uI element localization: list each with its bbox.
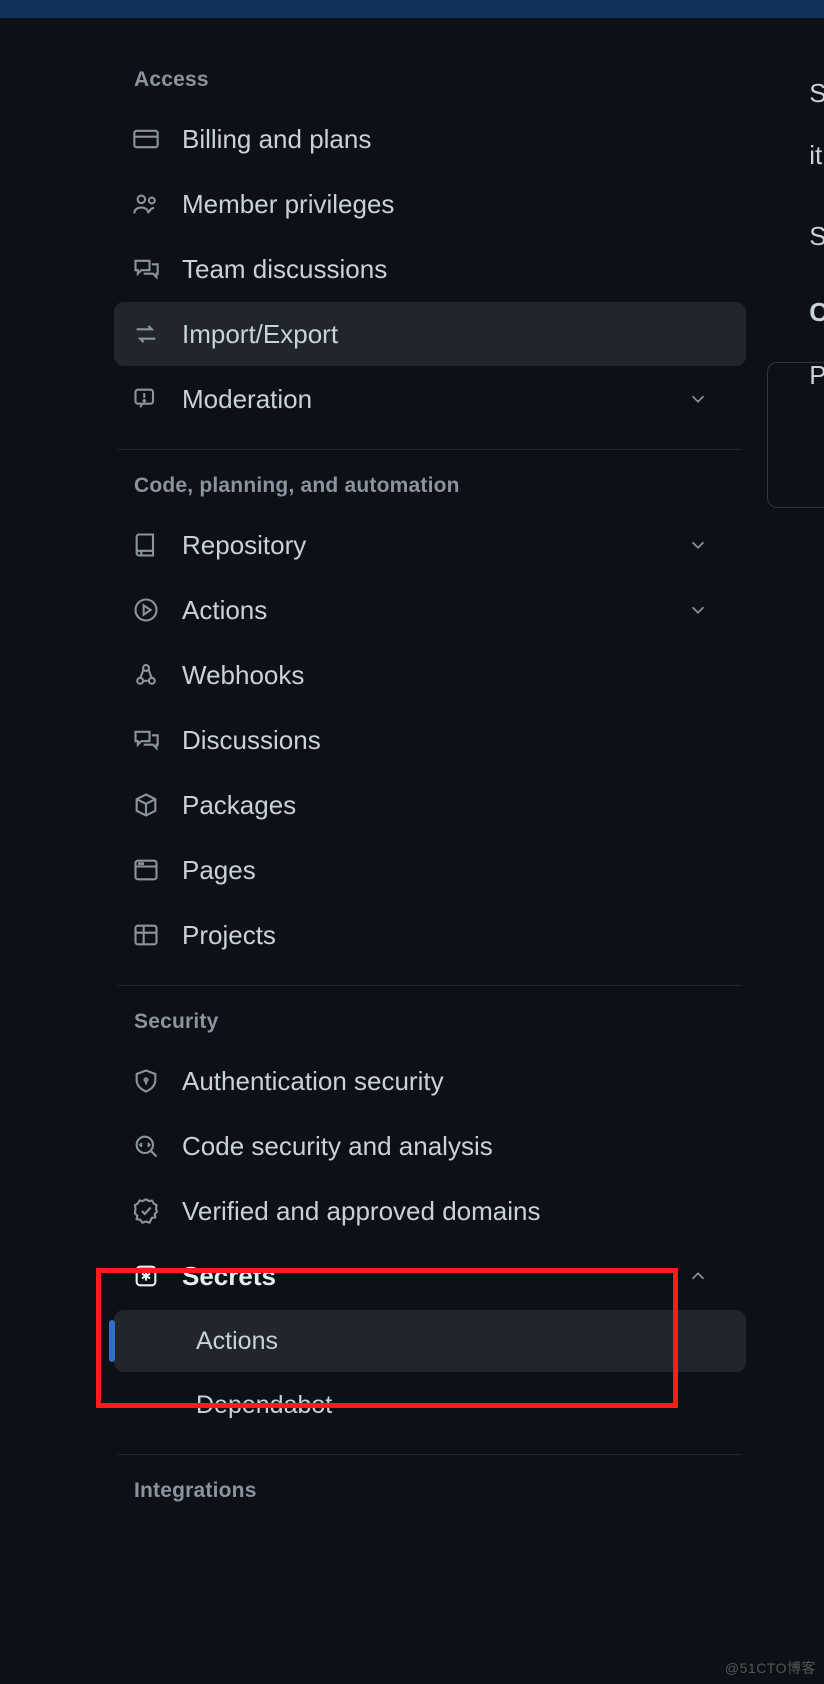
play-circle-icon [132, 596, 160, 624]
sidebar-item-secrets[interactable]: Secrets [114, 1244, 746, 1308]
label: Actions [196, 1327, 278, 1356]
label: Webhooks [182, 662, 304, 688]
section-header-access: Access [100, 52, 760, 106]
credit-card-icon [132, 125, 160, 153]
codescan-icon [132, 1132, 160, 1160]
frag: S [809, 62, 824, 124]
repo-icon [132, 531, 160, 559]
label: Projects [182, 922, 276, 948]
label: Packages [182, 792, 296, 818]
frag: C [809, 281, 824, 343]
right-clipped-text: S it S C P [809, 62, 824, 406]
sidebar-item-import-export[interactable]: Import/Export [114, 302, 746, 366]
watermark: @51CTO博客 [725, 1658, 816, 1678]
sidebar-item-member-privileges[interactable]: Member privileges [114, 172, 746, 236]
people-icon [132, 190, 160, 218]
sidebar-item-code-security[interactable]: Code security and analysis [114, 1114, 746, 1178]
shield-lock-icon [132, 1067, 160, 1095]
label: Import/Export [182, 321, 338, 347]
label: Moderation [182, 386, 312, 412]
label: Pages [182, 857, 256, 883]
label: Code security and analysis [182, 1133, 493, 1159]
label: Billing and plans [182, 126, 371, 152]
section-header-security: Security [100, 994, 760, 1048]
chevron-down-icon [684, 599, 712, 621]
arrows-switch-icon [132, 320, 160, 348]
sidebar-item-actions[interactable]: Actions [114, 578, 746, 642]
comment-discussion-icon [132, 726, 160, 754]
label: Discussions [182, 727, 321, 753]
label: Repository [182, 532, 306, 558]
sidebar-item-webhooks[interactable]: Webhooks [114, 643, 746, 707]
verified-icon [132, 1197, 160, 1225]
section-header-code: Code, planning, and automation [100, 458, 760, 512]
label: Authentication security [182, 1068, 444, 1094]
settings-sidebar: Access Billing and plans Member privileg… [100, 18, 760, 1517]
sidebar-item-team-discussions[interactable]: Team discussions [114, 237, 746, 301]
label: Secrets [182, 1263, 276, 1289]
table-icon [132, 921, 160, 949]
report-icon [132, 385, 160, 413]
key-asterisk-icon [132, 1262, 160, 1290]
sidebar-item-pages[interactable]: Pages [114, 838, 746, 902]
label: Member privileges [182, 191, 394, 217]
frag: it [809, 124, 824, 186]
comment-discussion-icon [132, 255, 160, 283]
chevron-up-icon [684, 1265, 712, 1287]
label: Team discussions [182, 256, 387, 282]
label: Actions [182, 597, 267, 623]
sidebar-item-billing[interactable]: Billing and plans [114, 107, 746, 171]
sidebar-item-projects[interactable]: Projects [114, 903, 746, 967]
divider [118, 1454, 742, 1455]
sidebar-subitem-secrets-actions[interactable]: Actions [114, 1310, 746, 1372]
label: Verified and approved domains [182, 1198, 540, 1224]
chevron-down-icon [684, 388, 712, 410]
topbar [0, 0, 824, 18]
browser-icon [132, 856, 160, 884]
sidebar-item-packages[interactable]: Packages [114, 773, 746, 837]
right-panel-edge [767, 362, 824, 508]
sidebar-item-verified-domains[interactable]: Verified and approved domains [114, 1179, 746, 1243]
sidebar-item-authentication-security[interactable]: Authentication security [114, 1049, 746, 1113]
sidebar-item-repository[interactable]: Repository [114, 513, 746, 577]
sidebar-subitem-secrets-dependabot[interactable]: Dependabot [114, 1374, 746, 1436]
frag: S [809, 205, 824, 267]
chevron-down-icon [684, 534, 712, 556]
webhook-icon [132, 661, 160, 689]
label: Dependabot [196, 1391, 332, 1420]
package-icon [132, 791, 160, 819]
divider [118, 985, 742, 986]
divider [118, 449, 742, 450]
section-header-integrations: Integrations [100, 1463, 760, 1517]
sidebar-item-moderation[interactable]: Moderation [114, 367, 746, 431]
sidebar-item-discussions[interactable]: Discussions [114, 708, 746, 772]
